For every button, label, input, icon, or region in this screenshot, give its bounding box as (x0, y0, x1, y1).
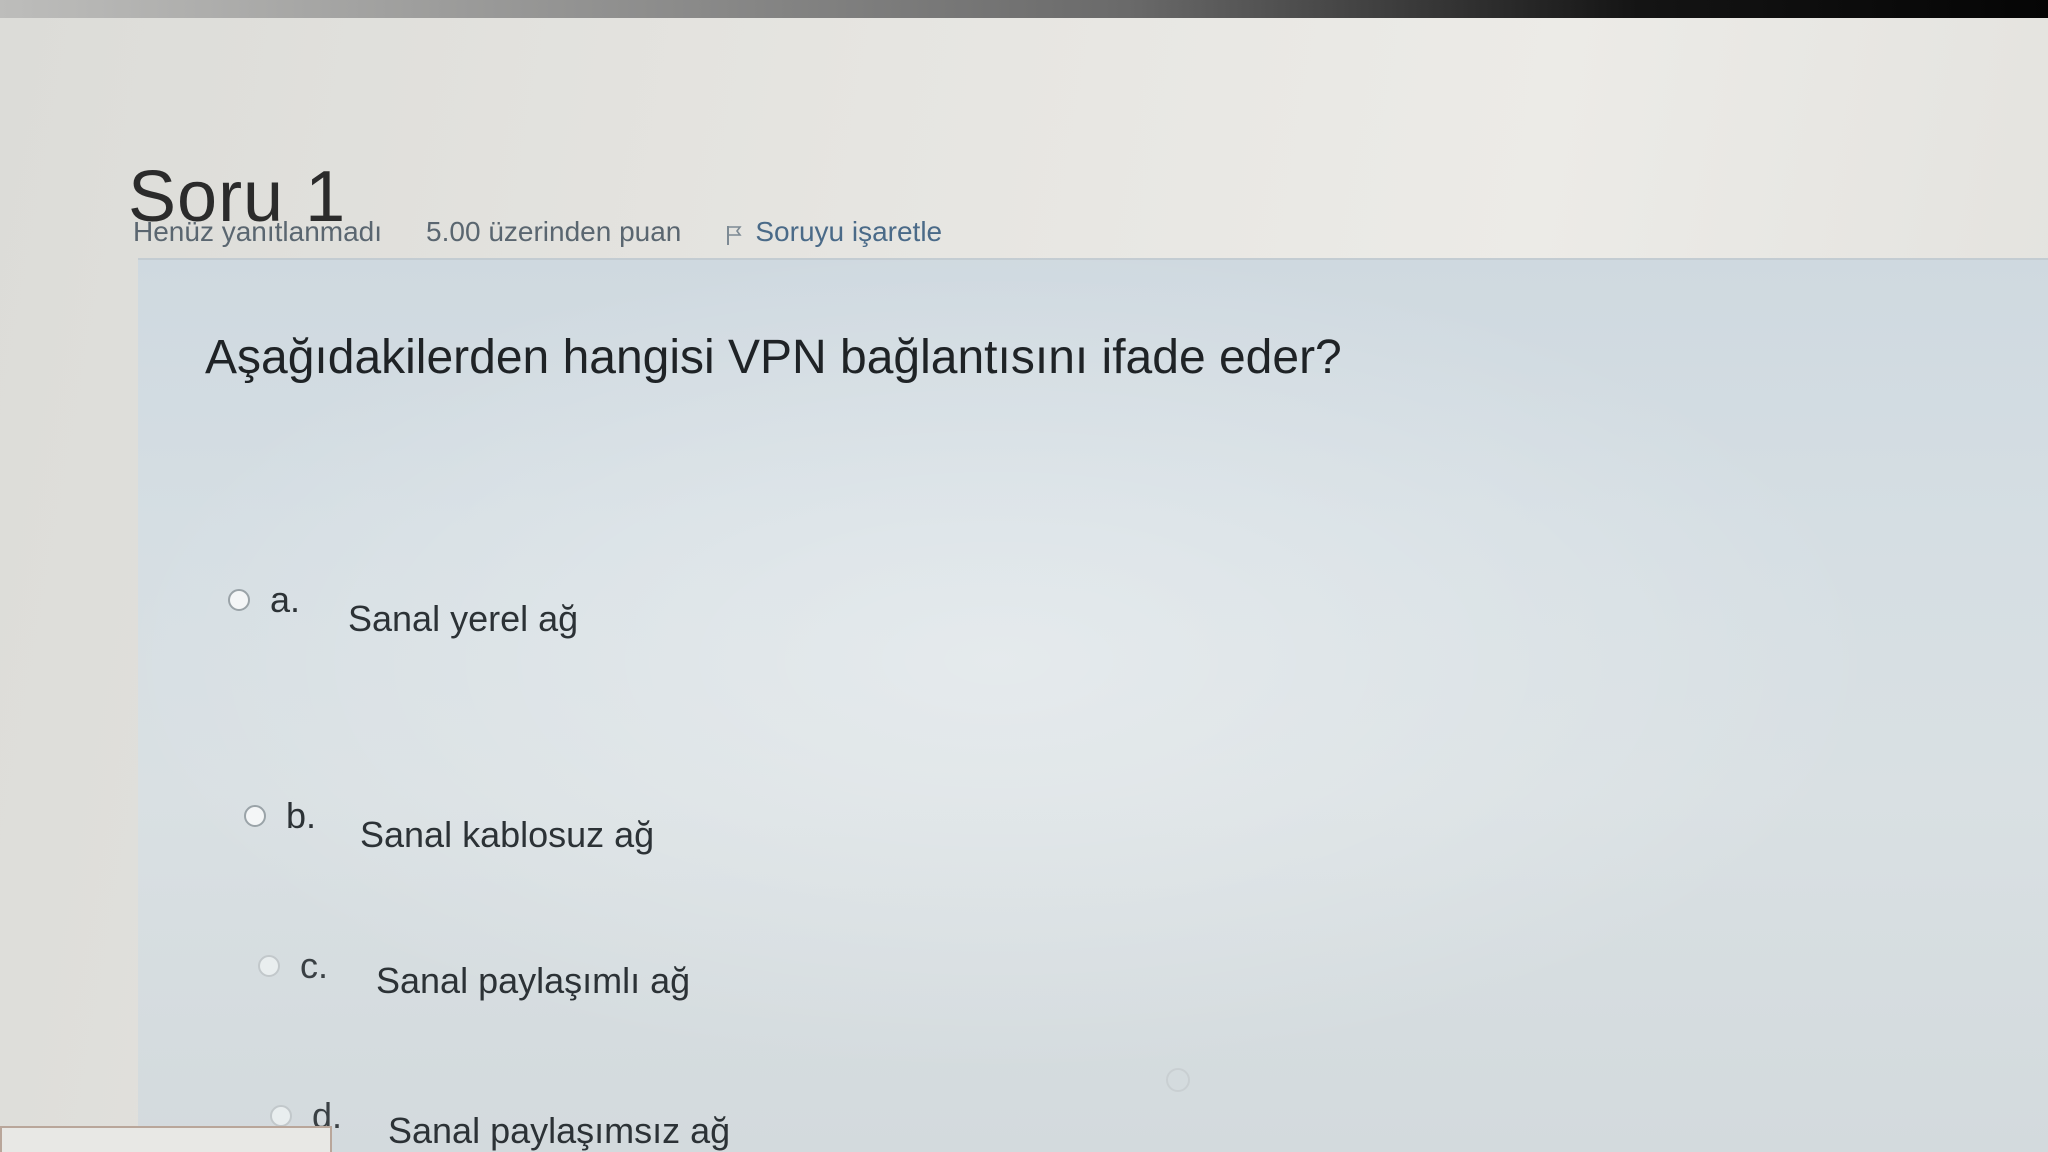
answer-label-c[interactable]: Sanal paylaşımlı ağ (376, 960, 690, 1002)
answer-letter-b: b. (286, 795, 317, 836)
answer-letter-c: c. (300, 945, 329, 986)
flag-question-label: Soruyu işaretle (755, 216, 943, 247)
answer-label-a[interactable]: Sanal yerel ağ (348, 598, 578, 640)
question-text: Aşağıdakilerden hangisi VPN bağlantısını… (205, 331, 1342, 384)
answer-option-d[interactable]: d. Sanal paylaşımsız ağ (270, 1080, 730, 1152)
answer-option-a[interactable]: a. Sanal yerel ağ (228, 560, 578, 640)
answer-option-c[interactable]: c. Sanal paylaşımlı ağ (258, 930, 690, 1002)
window-top-edge (0, 0, 2048, 18)
question-content-panel (138, 258, 2048, 1152)
flag-question-link[interactable]: Soruyu işaretle (725, 216, 942, 248)
question-grade: 5.00 üzerinden puan (426, 216, 682, 247)
answer-letter-a: a. (270, 579, 301, 620)
quiz-page: Soru 1 Henüz yanıtlanmadı 5.00 üzerinden… (0, 0, 2048, 1152)
answer-status: Henüz yanıtlanmadı (133, 216, 383, 247)
faded-radio-circle (1166, 1068, 1190, 1092)
answer-option-b[interactable]: b. Sanal kablosuz ağ (244, 776, 654, 856)
answer-radio-a[interactable] (228, 589, 250, 611)
answer-label-b[interactable]: Sanal kablosuz ağ (360, 814, 654, 856)
answer-radio-d[interactable] (270, 1105, 292, 1127)
answer-radio-b[interactable] (244, 805, 266, 827)
question-info-bar: Henüz yanıtlanmadı 5.00 üzerinden puan S… (133, 216, 942, 248)
bottom-panel-tab (0, 1126, 332, 1152)
answer-label-d[interactable]: Sanal paylaşımsız ağ (388, 1110, 730, 1152)
answer-radio-c[interactable] (258, 955, 280, 977)
flag-icon (725, 221, 743, 245)
